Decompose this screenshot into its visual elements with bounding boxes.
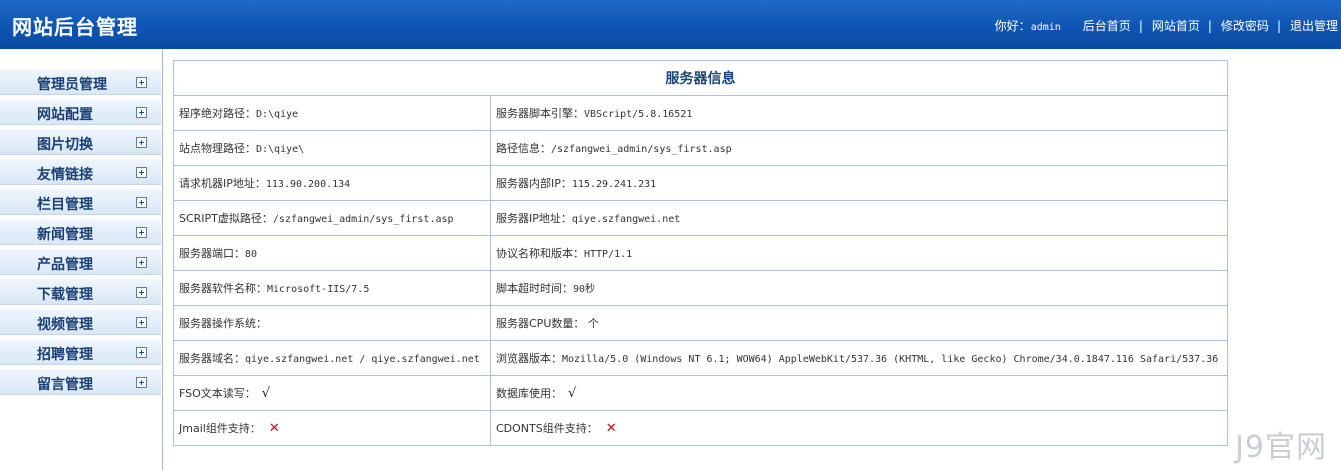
sidebar-item-label: 网站配置 <box>37 107 93 123</box>
expand-plus-icon[interactable] <box>136 347 147 358</box>
table-row: Jmail组件支持： ✕ CDONTS组件支持： ✕ <box>173 410 1228 446</box>
info-cell: 服务器CPU数量： 个 <box>490 305 1228 341</box>
sidebar-item-image-slider[interactable]: 图片切换 <box>0 129 161 155</box>
sidebar-item-label: 管理员管理 <box>37 77 107 93</box>
table-row: 服务器端口：80 协议名称和版本：HTTP/1.1 <box>173 235 1228 271</box>
sidebar-item-label: 视频管理 <box>37 317 93 333</box>
check-cell: FSO文本读写： √ <box>173 375 491 411</box>
site-title: 网站后台管理 <box>12 15 138 39</box>
check-cell: 数据库使用： √ <box>490 375 1228 411</box>
change-password-link[interactable]: 修改密码 <box>1221 17 1269 34</box>
top-header: 网站后台管理 你好：admin 后台首页 | 网站首页 | 修改密码 | 退出管… <box>0 0 1341 49</box>
info-cell: 请求机器IP地址：113.90.200.134 <box>173 165 491 201</box>
table-row: 服务器域名：qiye.szfangwei.net / qiye.szfangwe… <box>173 340 1228 376</box>
checkmark-icon: √ <box>568 386 577 401</box>
info-cell: 服务器端口：80 <box>173 235 491 271</box>
info-cell: 浏览器版本：Mozilla/5.0 (Windows NT 6.1; WOW64… <box>490 340 1228 376</box>
table-row: 服务器软件名称：Microsoft-IIS/7.5 脚本超时时间：90秒 <box>173 270 1228 306</box>
info-cell: 脚本超时时间：90秒 <box>490 270 1228 306</box>
expand-plus-icon[interactable] <box>136 107 147 118</box>
header-nav: 你好：admin 后台首页 | 网站首页 | 修改密码 | 退出管理 <box>995 17 1338 34</box>
expand-plus-icon[interactable] <box>136 377 147 388</box>
sidebar-item-label: 图片切换 <box>37 137 93 153</box>
sidebar-item-message-manage[interactable]: 留言管理 <box>0 369 161 395</box>
table-row: SCRIPT虚拟路径：/szfangwei_admin/sys_first.as… <box>173 200 1228 236</box>
table-row: 服务器操作系统： 服务器CPU数量： 个 <box>173 305 1228 341</box>
sidebar-item-label: 栏目管理 <box>37 197 93 213</box>
server-info-title: 服务器信息 <box>173 60 1228 96</box>
username: admin <box>1030 22 1061 33</box>
expand-plus-icon[interactable] <box>136 317 147 328</box>
nav-separator: | <box>1207 18 1212 33</box>
info-cell: 服务器IP地址：qiye.szfangwei.net <box>490 200 1228 236</box>
table-row: 程序绝对路径：D:\qiye 服务器脚本引擎：VBScript/5.8.1652… <box>173 95 1228 131</box>
sidebar-item-jobs-manage[interactable]: 招聘管理 <box>0 339 161 365</box>
expand-plus-icon[interactable] <box>136 287 147 298</box>
sidebar-item-news-manage[interactable]: 新闻管理 <box>0 219 161 245</box>
info-cell: 服务器内部IP：115.29.241.231 <box>490 165 1228 201</box>
cross-icon: ✕ <box>605 421 617 436</box>
info-cell: 程序绝对路径：D:\qiye <box>173 95 491 131</box>
site-home-link[interactable]: 网站首页 <box>1152 17 1200 34</box>
nav-separator: | <box>1138 18 1143 33</box>
info-cell: 服务器操作系统： <box>173 305 491 341</box>
check-cell: CDONTS组件支持： ✕ <box>490 410 1228 446</box>
expand-plus-icon[interactable] <box>136 197 147 208</box>
admin-home-link[interactable]: 后台首页 <box>1083 17 1131 34</box>
cross-icon: ✕ <box>268 421 280 436</box>
expand-plus-icon[interactable] <box>136 257 147 268</box>
checkmark-icon: √ <box>261 386 271 401</box>
expand-plus-icon[interactable] <box>136 137 147 148</box>
table-header-row: 服务器信息 <box>173 60 1228 96</box>
sidebar-item-column-manage[interactable]: 栏目管理 <box>0 189 161 215</box>
sidebar-item-label: 产品管理 <box>37 257 93 273</box>
logout-link[interactable]: 退出管理 <box>1290 17 1338 34</box>
sidebar-item-product-manage[interactable]: 产品管理 <box>0 249 161 275</box>
sidebar-item-label: 留言管理 <box>37 377 93 393</box>
sidebar-item-label: 友情链接 <box>37 167 93 183</box>
sidebar-item-site-config[interactable]: 网站配置 <box>0 99 161 125</box>
check-cell: Jmail组件支持： ✕ <box>173 410 491 446</box>
sidebar-item-label: 下载管理 <box>37 287 93 303</box>
watermark-logo: J9官网 <box>1235 430 1327 465</box>
sidebar-item-video-manage[interactable]: 视频管理 <box>0 309 161 335</box>
info-cell: 协议名称和版本：HTTP/1.1 <box>490 235 1228 271</box>
info-cell: 服务器软件名称：Microsoft-IIS/7.5 <box>173 270 491 306</box>
sidebar-item-label: 新闻管理 <box>37 227 93 243</box>
sidebar-item-admin-manage[interactable]: 管理员管理 <box>0 69 161 95</box>
table-row: 请求机器IP地址：113.90.200.134 服务器内部IP：115.29.2… <box>173 165 1228 201</box>
info-cell: SCRIPT虚拟路径：/szfangwei_admin/sys_first.as… <box>173 200 491 236</box>
info-cell: 路径信息：/szfangwei_admin/sys_first.asp <box>490 130 1228 166</box>
sidebar-item-friend-links[interactable]: 友情链接 <box>0 159 161 185</box>
info-cell: 服务器域名：qiye.szfangwei.net / qiye.szfangwe… <box>173 340 491 376</box>
sidebar-item-download-manage[interactable]: 下载管理 <box>0 279 161 305</box>
greeting: 你好：admin <box>994 19 1061 33</box>
table-row: FSO文本读写： √ 数据库使用： √ <box>173 375 1228 411</box>
sidebar: 管理员管理 网站配置 图片切换 友情链接 栏目管理 新闻管理 产品管理 下载管理… <box>0 49 163 470</box>
info-cell: 服务器脚本引擎：VBScript/5.8.16521 <box>490 95 1228 131</box>
sidebar-item-label: 招聘管理 <box>37 347 93 363</box>
expand-plus-icon[interactable] <box>136 227 147 238</box>
sidebar-menu: 管理员管理 网站配置 图片切换 友情链接 栏目管理 新闻管理 产品管理 下载管理… <box>0 69 161 399</box>
expand-plus-icon[interactable] <box>136 77 147 88</box>
table-row: 站点物理路径：D:\qiye\ 路径信息：/szfangwei_admin/sy… <box>173 130 1228 166</box>
nav-separator: | <box>1276 18 1281 33</box>
info-cell: 站点物理路径：D:\qiye\ <box>173 130 491 166</box>
expand-plus-icon[interactable] <box>136 167 147 178</box>
server-info-table: 服务器信息 程序绝对路径：D:\qiye 服务器脚本引擎：VBScript/5.… <box>173 60 1228 446</box>
